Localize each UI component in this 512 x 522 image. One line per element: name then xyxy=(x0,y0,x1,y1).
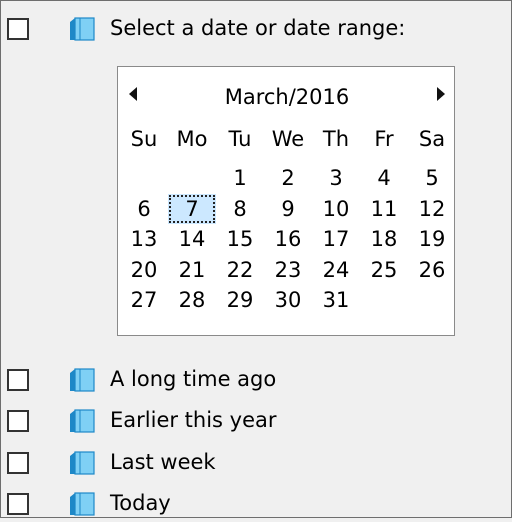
filter-row-earlier-this-year[interactable]: Earlier this year xyxy=(0,405,510,439)
weekday-header: Fr xyxy=(374,127,394,151)
weekday-header: Th xyxy=(322,127,350,151)
filter-row-date-range[interactable]: Select a date or date range: xyxy=(0,13,510,47)
calendar-month-title[interactable]: March/2016 xyxy=(118,84,456,110)
weekday-header: Sa xyxy=(418,127,446,151)
calendar-day-cell xyxy=(408,285,456,316)
earlier-this-year-checkbox[interactable] xyxy=(7,410,29,432)
calendar-day-cell[interactable]: 22 xyxy=(216,255,264,286)
calendar-grid: Su Mo Tu We Th Fr Sa 1 2 3 4 5 6 7 8 9 1… xyxy=(120,127,456,316)
calendar-day-cell[interactable]: 14 xyxy=(168,224,216,255)
calendar-day-cell[interactable]: 17 xyxy=(312,224,360,255)
calendar-week-row: 1 2 3 4 5 xyxy=(120,163,456,194)
calendar-day-cell[interactable]: 15 xyxy=(216,224,264,255)
calendar-day-cell[interactable]: 4 xyxy=(360,163,408,194)
calendar-day-cell[interactable]: 18 xyxy=(360,224,408,255)
calendar-day-cell[interactable]: 27 xyxy=(120,285,168,316)
calendar-day-cell[interactable]: 13 xyxy=(120,224,168,255)
date-range-label: Select a date or date range: xyxy=(110,16,406,40)
calendar-day-cell[interactable]: 11 xyxy=(360,194,408,225)
stack-icon xyxy=(70,368,95,392)
calendar-day-cell xyxy=(360,285,408,316)
earlier-this-year-label: Earlier this year xyxy=(110,408,277,432)
weekday-header: We xyxy=(271,127,305,151)
calendar-day-cell-selected[interactable]: 7 xyxy=(168,193,216,224)
today-label: Today xyxy=(110,491,171,515)
filter-row-today[interactable]: Today xyxy=(0,488,510,522)
calendar-week-row: 6 7 8 9 10 11 12 xyxy=(120,193,456,225)
calendar-day-cell[interactable]: 12 xyxy=(408,194,456,225)
weekday-header-row: Su Mo Tu We Th Fr Sa xyxy=(120,127,456,163)
calendar-day-cell[interactable]: 3 xyxy=(312,163,360,194)
calendar-day-cell[interactable]: 26 xyxy=(408,255,456,286)
calendar-day-cell[interactable]: 28 xyxy=(168,285,216,316)
weekday-header: Tu xyxy=(228,127,252,151)
calendar-day-cell[interactable]: 6 xyxy=(120,194,168,225)
calendar-day-cell[interactable]: 25 xyxy=(360,255,408,286)
calendar-day-cell[interactable]: 10 xyxy=(312,194,360,225)
calendar-day-cell[interactable]: 29 xyxy=(216,285,264,316)
filter-row-last-week[interactable]: Last week xyxy=(0,447,510,481)
long-time-ago-checkbox[interactable] xyxy=(7,369,29,391)
calendar-day-cell[interactable]: 21 xyxy=(168,255,216,286)
last-week-label: Last week xyxy=(110,450,216,474)
calendar-day-cell[interactable]: 2 xyxy=(264,163,312,194)
calendar-day-cell[interactable]: 8 xyxy=(216,194,264,225)
triangle-right-icon[interactable] xyxy=(437,87,445,101)
stack-icon xyxy=(70,451,95,475)
filter-row-long-time-ago[interactable]: A long time ago xyxy=(0,364,510,398)
calendar-day-cell[interactable]: 19 xyxy=(408,224,456,255)
calendar-day-cell[interactable]: 1 xyxy=(216,163,264,194)
calendar-day-cell[interactable]: 9 xyxy=(264,194,312,225)
long-time-ago-label: A long time ago xyxy=(110,367,277,391)
calendar-day-cell[interactable]: 5 xyxy=(408,163,456,194)
calendar-day-cell[interactable]: 31 xyxy=(312,285,360,316)
calendar-day-cell[interactable]: 30 xyxy=(264,285,312,316)
calendar-day-cell xyxy=(168,163,216,194)
stack-icon xyxy=(70,17,95,41)
today-checkbox[interactable] xyxy=(7,493,29,515)
calendar-week-row: 20 21 22 23 24 25 26 xyxy=(120,255,456,286)
calendar-day-cell[interactable]: 16 xyxy=(264,224,312,255)
stack-icon xyxy=(70,409,95,433)
calendar-day-cell[interactable]: 23 xyxy=(264,255,312,286)
weekday-header: Mo xyxy=(176,127,208,151)
last-week-checkbox[interactable] xyxy=(7,452,29,474)
calendar-week-row: 13 14 15 16 17 18 19 xyxy=(120,224,456,255)
calendar-day-cell xyxy=(120,163,168,194)
calendar-day-cell[interactable]: 24 xyxy=(312,255,360,286)
calendar-week-row: 27 28 29 30 31 xyxy=(120,285,456,316)
date-range-checkbox[interactable] xyxy=(7,18,29,40)
calendar-day-cell[interactable]: 20 xyxy=(120,255,168,286)
weekday-header: Su xyxy=(130,127,158,151)
month-calendar[interactable]: March/2016 Su Mo Tu We Th Fr Sa 1 2 3 4 … xyxy=(117,66,455,336)
stack-icon xyxy=(70,492,95,516)
